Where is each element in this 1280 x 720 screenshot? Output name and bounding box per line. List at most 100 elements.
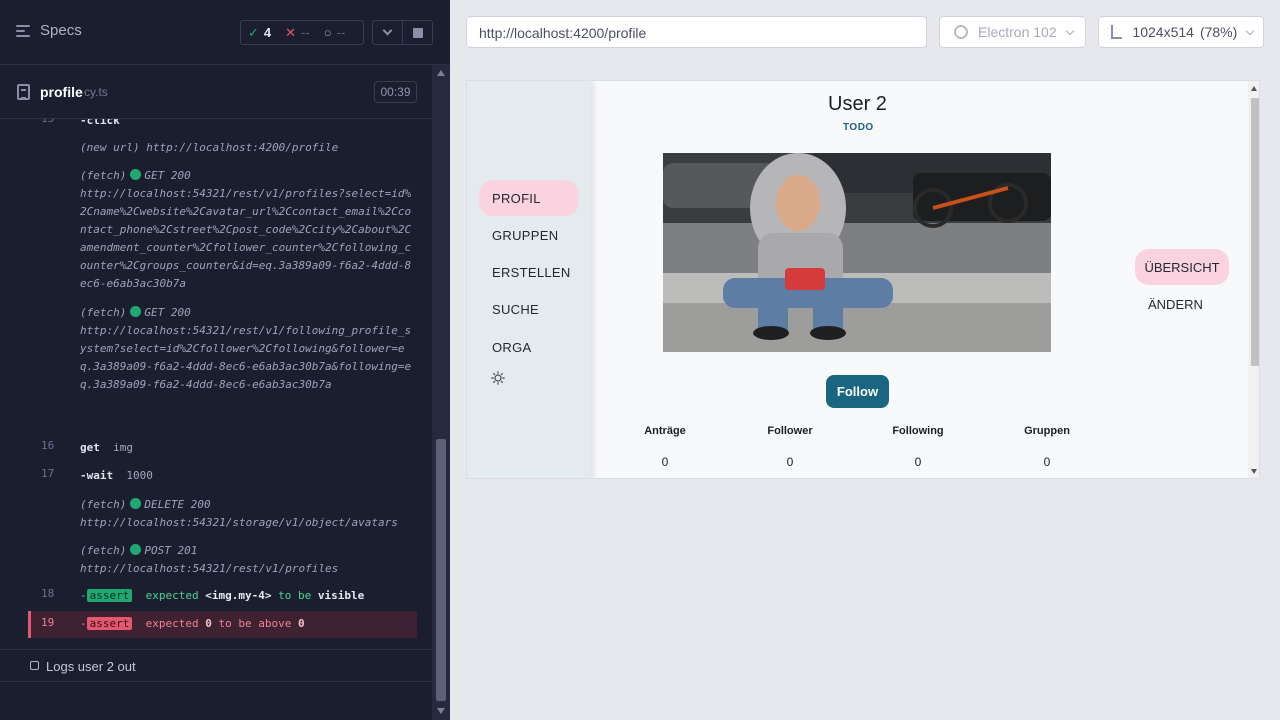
- stat-label-follower: Follower: [767, 425, 813, 437]
- check-icon: ✓: [248, 24, 259, 40]
- assert-text: expected: [145, 589, 199, 602]
- app-side-nav: PROFIL GRUPPEN ERSTELLEN SUCHE ORGA: [467, 81, 591, 478]
- avatar-image: [663, 153, 1051, 352]
- command-number: 19: [41, 616, 55, 629]
- command-log-scrollbar[interactable]: [432, 65, 450, 720]
- assert-badge: assert: [86, 617, 133, 630]
- pending-square-icon: [30, 661, 39, 670]
- cypress-runner-panel: Specs ✓ 4 ✕ -- ○ -- profile cy.ts 00:39: [0, 0, 450, 720]
- assert-value: visible: [317, 589, 365, 602]
- nav-item-orga[interactable]: ORGA: [479, 329, 579, 365]
- event-label: (fetch): [80, 544, 127, 557]
- ruler-icon: [1111, 25, 1123, 39]
- status-dot-icon: [130, 544, 142, 555]
- stat-value-gruppen: 0: [1043, 455, 1051, 469]
- command-row[interactable]: (fetch) GET 200 http://localhost:54321/re…: [0, 167, 432, 293]
- follow-button[interactable]: Follow: [826, 375, 889, 408]
- stat-label-antraege: Anträge: [644, 425, 686, 437]
- profile-menu-edit[interactable]: ÄNDERN: [1148, 297, 1203, 312]
- scroll-down-icon[interactable]: [437, 708, 445, 714]
- test-item[interactable]: Logs user 2 out: [0, 649, 432, 682]
- assert-value: 0: [297, 617, 305, 630]
- profile-subtitle: TODO: [843, 122, 874, 133]
- electron-icon: [954, 25, 968, 39]
- command-number: 15: [41, 119, 54, 125]
- profile-menu-overview[interactable]: ÜBERSICHT: [1135, 249, 1229, 285]
- command-row[interactable]: (fetch) POST 201 http://localhost:54321/r…: [0, 542, 432, 578]
- command-name: get: [80, 441, 100, 454]
- command-dash: -: [80, 589, 87, 602]
- pending-stat: ○ --: [317, 25, 353, 40]
- assert-text: expected: [145, 617, 199, 630]
- event-label: (fetch): [80, 169, 127, 182]
- command-row[interactable]: 17 -wait 1000: [0, 467, 432, 485]
- pending-count: --: [336, 25, 346, 40]
- command-name: -wait: [80, 469, 114, 482]
- failed-stat: ✕ --: [278, 25, 317, 41]
- assert-subject: <img.my-4>: [205, 589, 272, 602]
- dropdown-button[interactable]: [373, 21, 403, 44]
- assert-row-failed[interactable]: 19 - assert expected 0 to be above 0: [28, 611, 417, 638]
- stat-value-follower: 0: [786, 455, 794, 469]
- nav-item-suche[interactable]: SUCHE: [479, 291, 579, 327]
- aut-scrollbar[interactable]: [1248, 81, 1259, 478]
- fetch-method: GET 200: [144, 306, 191, 319]
- fetch-url: http://localhost:54321/rest/v1/profiles: [80, 562, 339, 575]
- menu-icon: [16, 24, 32, 38]
- stop-icon: [412, 27, 423, 38]
- spec-duration: 00:39: [374, 81, 417, 103]
- spec-extension: cy.ts: [84, 85, 108, 99]
- assert-subject: 0: [205, 617, 212, 630]
- scroll-up-icon[interactable]: [1251, 86, 1257, 91]
- app-under-test: PROFIL GRUPPEN ERSTELLEN SUCHE ORGA User…: [466, 80, 1260, 479]
- scroll-down-icon[interactable]: [1251, 469, 1257, 474]
- fetch-url: http://localhost:54321/storage/v1/object…: [80, 516, 398, 529]
- spinner-icon: ○: [323, 25, 332, 40]
- assert-text: to be above: [218, 617, 292, 630]
- runner-controls: [372, 20, 433, 45]
- fetch-method: DELETE 200: [144, 498, 211, 511]
- sun-icon[interactable]: [491, 371, 505, 385]
- scroll-thumb[interactable]: [436, 439, 446, 701]
- command-name: -click: [80, 119, 120, 127]
- passed-count: 4: [263, 25, 272, 40]
- runner-top-bar: Specs ✓ 4 ✕ -- ○ --: [0, 0, 450, 65]
- nav-item-profil[interactable]: PROFIL: [479, 180, 579, 216]
- test-stats: ✓ 4 ✕ -- ○ --: [240, 20, 364, 45]
- assert-row-passed[interactable]: 18 - assert expected <img.my-4> to be vis…: [0, 587, 432, 605]
- scroll-up-icon[interactable]: [437, 70, 445, 76]
- scroll-thumb[interactable]: [1251, 98, 1259, 366]
- event-label: (new url): [80, 141, 140, 154]
- command-number: 17: [41, 467, 55, 480]
- command-arg: img: [113, 441, 133, 454]
- stat-label-gruppen: Gruppen: [1024, 425, 1070, 437]
- nav-item-erstellen[interactable]: ERSTELLEN: [479, 254, 579, 290]
- command-row[interactable]: (fetch) GET 200 http://localhost:54321/re…: [0, 304, 432, 430]
- stat-value-following: 0: [914, 455, 922, 469]
- fetch-method: POST 201: [144, 544, 198, 557]
- command-row[interactable]: 16 get img: [0, 439, 432, 457]
- assert-badge: assert: [86, 589, 133, 602]
- fetch-url: http://localhost:54321/rest/v1/following…: [80, 324, 412, 391]
- command-row[interactable]: (fetch) DELETE 200 http://localhost:54321…: [0, 496, 432, 532]
- command-row[interactable]: 15 -click: [0, 119, 432, 130]
- chevron-down-icon: [382, 25, 393, 36]
- spec-name: profile: [40, 84, 83, 100]
- assert-text: to be: [278, 589, 312, 602]
- aut-url-bar[interactable]: http://localhost:4200/profile: [466, 16, 927, 48]
- event-label: (fetch): [80, 306, 127, 319]
- nav-item-gruppen[interactable]: GRUPPEN: [479, 217, 579, 253]
- chevron-down-icon: [1246, 26, 1255, 35]
- stop-button[interactable]: [403, 21, 432, 44]
- specs-nav-button[interactable]: Specs: [16, 22, 82, 39]
- chevron-down-icon: [1065, 26, 1075, 35]
- viewport-selector[interactable]: 1024x514 (78%): [1098, 16, 1264, 48]
- fetch-url: http://localhost:54321/rest/v1/profiles?…: [80, 187, 412, 290]
- failed-count: --: [301, 25, 310, 40]
- browser-selector[interactable]: Electron 102: [939, 16, 1086, 48]
- status-dot-icon: [130, 306, 142, 317]
- command-dash: -: [80, 617, 87, 630]
- x-icon: ✕: [285, 24, 297, 40]
- command-row[interactable]: (new url) http://localhost:4200/profile: [0, 139, 432, 157]
- command-number: 18: [41, 587, 55, 600]
